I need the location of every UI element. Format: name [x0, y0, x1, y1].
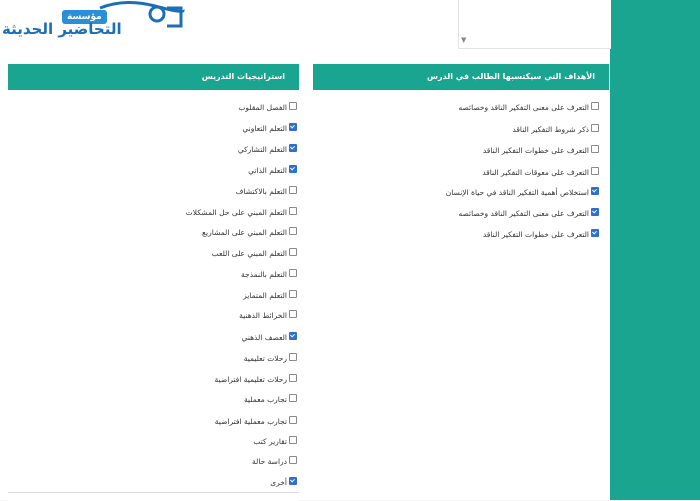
- strategy-checkbox[interactable]: [289, 309, 297, 318]
- goal-checkbox[interactable]: [591, 207, 599, 216]
- strategy-label: الفصل المقلوب: [238, 103, 287, 112]
- strategies-panel: استراتيجيات التدريس الفصل المقلوب التعلم…: [8, 64, 299, 487]
- strategy-checkbox[interactable]: [289, 352, 297, 361]
- goal-label: التعرف على معوقات التفكير الناقد: [482, 168, 589, 177]
- goal-item[interactable]: التعرف على معنى التفكير الناقد وخصائصه: [458, 207, 599, 218]
- strategy-checkbox[interactable]: [289, 101, 297, 110]
- strategy-label: التعلم التشاركي: [237, 145, 287, 154]
- goal-checkbox[interactable]: [591, 186, 599, 195]
- goal-item[interactable]: استخلاص أهمية التفكير الناقد في حياة الإ…: [445, 186, 599, 197]
- strategy-checkbox[interactable]: [289, 247, 297, 256]
- goal-item[interactable]: التعرف على معوقات التفكير الناقد: [482, 166, 599, 177]
- goal-item[interactable]: التعرف على خطوات التفكير الناقد: [482, 228, 599, 239]
- goal-label: ذكر شروط التفكير الناقد: [512, 125, 589, 134]
- strategy-label: تجارب معملية: [243, 395, 287, 404]
- strategy-item[interactable]: التعلم المبني على حل المشكلات: [185, 206, 297, 217]
- strategy-label: تقارير كتب: [253, 437, 287, 446]
- strategy-label: التعلم بالنمذجة: [241, 270, 287, 279]
- strategy-label: العصف الذهني: [241, 333, 287, 342]
- strategy-item[interactable]: التعلم المتمايز: [243, 289, 297, 300]
- strategy-label: تجارب معملية افتراضية: [214, 417, 287, 426]
- strategy-item[interactable]: الفصل المقلوب: [238, 101, 297, 112]
- strategy-checkbox[interactable]: [289, 373, 297, 382]
- logo-title: التحاضير الحديثة: [2, 20, 122, 38]
- strategy-item[interactable]: الخرائط الذهنية: [239, 309, 297, 320]
- right-sidebar-strip: [610, 0, 700, 500]
- goal-checkbox[interactable]: [591, 123, 599, 132]
- strategy-checkbox[interactable]: [289, 143, 297, 152]
- strategy-item[interactable]: دراسة حالة: [252, 455, 297, 466]
- goal-label: التعرف على معنى التفكير الناقد وخصائصه: [458, 103, 589, 112]
- goals-panel: الأهداف التي سيكتسبها الطالب في الدرس ال…: [313, 64, 609, 239]
- strategy-label: رحلات تعليمية: [243, 354, 287, 363]
- strategy-checkbox[interactable]: [289, 455, 297, 464]
- strategy-item[interactable]: العصف الذهني: [241, 331, 297, 342]
- strategy-label: التعلم بالاكتشاف: [235, 187, 287, 196]
- goal-label: التعرف على معنى التفكير الناقد وخصائصه: [458, 209, 589, 218]
- strategy-checkbox[interactable]: [289, 226, 297, 235]
- goal-item[interactable]: التعرف على معنى التفكير الناقد وخصائصه: [458, 101, 599, 112]
- strategy-label: رحلات تعليمية افتراضية: [214, 375, 287, 384]
- strategy-checkbox[interactable]: [289, 415, 297, 424]
- site-logo[interactable]: مؤسسة التحاضير الحديثة: [0, 0, 185, 42]
- goal-item[interactable]: التعرف على خطوات التفكير الناقد: [482, 144, 599, 155]
- strategy-label: التعلم الذاتي: [248, 166, 287, 175]
- goals-panel-title: الأهداف التي سيكتسبها الطالب في الدرس: [313, 64, 609, 90]
- strategy-label: التعلم المبني على المشاريع: [202, 228, 287, 237]
- strategy-item[interactable]: التعلم التشاركي: [237, 143, 297, 154]
- strategy-item[interactable]: أخرى: [270, 476, 297, 487]
- strategy-checkbox[interactable]: [289, 435, 297, 444]
- strategy-checkbox[interactable]: [289, 185, 297, 194]
- strategy-item[interactable]: التعلم الذاتي: [248, 164, 297, 175]
- strategy-label: الخرائط الذهنية: [239, 311, 287, 320]
- strategy-checkbox[interactable]: [289, 164, 297, 173]
- strategy-checkbox[interactable]: [289, 289, 297, 298]
- strategy-checkbox[interactable]: [289, 393, 297, 402]
- goal-checkbox[interactable]: [591, 144, 599, 153]
- goal-checkbox[interactable]: [591, 166, 599, 175]
- goal-checkbox[interactable]: [591, 101, 599, 110]
- strategy-item[interactable]: التعلم المبني على اللعب: [211, 247, 297, 258]
- goal-label: التعرف على خطوات التفكير الناقد: [482, 146, 589, 155]
- strategy-checkbox[interactable]: [289, 268, 297, 277]
- strategy-item[interactable]: رحلات تعليمية: [243, 352, 297, 363]
- strategy-label: التعلم المبني على حل المشكلات: [185, 208, 287, 217]
- strategy-item[interactable]: التعلم المبني على المشاريع: [202, 226, 297, 237]
- strategy-item[interactable]: التعلم بالاكتشاف: [235, 185, 297, 196]
- strategy-checkbox[interactable]: [289, 476, 297, 485]
- strategy-checkbox[interactable]: [289, 122, 297, 131]
- strategy-label: التعلم التعاوني: [242, 124, 287, 133]
- strategy-checkbox[interactable]: [289, 331, 297, 340]
- strategy-item[interactable]: تقارير كتب: [253, 435, 297, 446]
- goal-item[interactable]: ذكر شروط التفكير الناقد: [512, 123, 599, 134]
- top-select-box[interactable]: ▼: [458, 0, 611, 49]
- strategy-label: أخرى: [270, 478, 287, 487]
- strategy-item[interactable]: رحلات تعليمية افتراضية: [214, 373, 297, 384]
- strategy-label: دراسة حالة: [252, 457, 287, 466]
- strategy-item[interactable]: تجارب معملية افتراضية: [214, 415, 297, 426]
- strategy-item[interactable]: التعلم بالنمذجة: [241, 268, 297, 279]
- strategies-panel-title: استراتيجيات التدريس: [8, 64, 299, 90]
- strategy-checkbox[interactable]: [289, 206, 297, 215]
- strategy-label: التعلم المبني على اللعب: [211, 249, 287, 258]
- select-arrow-icon: ▼: [461, 36, 467, 44]
- goal-checkbox[interactable]: [591, 228, 599, 237]
- goal-label: استخلاص أهمية التفكير الناقد في حياة الإ…: [445, 188, 589, 197]
- strategy-item[interactable]: تجارب معملية: [243, 393, 297, 404]
- goal-label: التعرف على خطوات التفكير الناقد: [482, 230, 589, 239]
- strategy-item[interactable]: التعلم التعاوني: [242, 122, 297, 133]
- strategy-label: التعلم المتمايز: [243, 291, 287, 300]
